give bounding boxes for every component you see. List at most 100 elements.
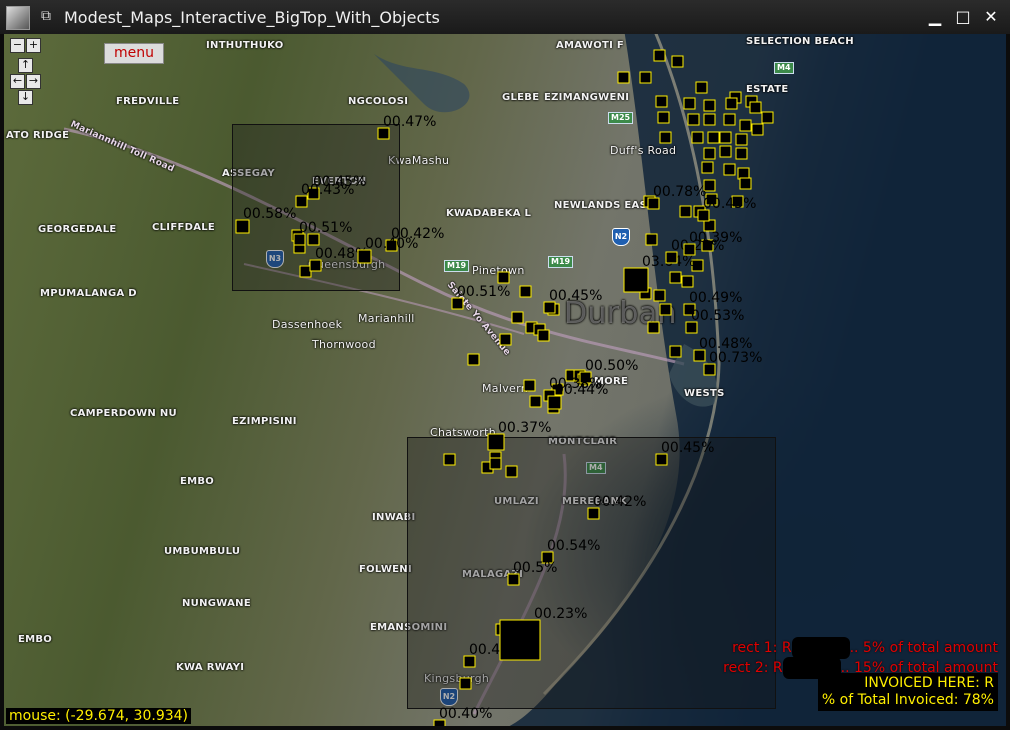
invoice-marker[interactable]	[537, 329, 550, 342]
zoom-in-button[interactable]: +	[26, 38, 41, 53]
invoice-marker[interactable]	[703, 113, 716, 126]
marker-percent-label: 00.40%	[439, 706, 492, 722]
pct-total-invoiced: % of Total Invoiced: 78%	[821, 692, 994, 708]
marker-percent-label: 00.58%	[243, 206, 296, 222]
invoice-marker[interactable]	[645, 233, 658, 246]
marker-percent-label: 00.51%	[299, 220, 352, 236]
invoice-marker[interactable]	[299, 265, 312, 278]
invoice-marker[interactable]	[639, 71, 652, 84]
invoice-marker[interactable]	[617, 71, 630, 84]
marker-percent-label: 00.23%	[534, 606, 587, 622]
invoice-marker[interactable]	[669, 345, 682, 358]
invoice-marker[interactable]	[647, 321, 660, 334]
invoice-marker[interactable]	[723, 163, 736, 176]
pan-left-button[interactable]: ←	[10, 74, 25, 89]
marker-percent-label: 00.45%	[661, 440, 714, 456]
pan-right-button[interactable]: →	[26, 74, 41, 89]
invoice-marker[interactable]	[519, 285, 532, 298]
pan-up-button[interactable]: ↑	[18, 58, 33, 73]
invoice-marker[interactable]	[703, 99, 716, 112]
invoice-marker[interactable]	[443, 453, 456, 466]
pan-down-button[interactable]: ↓	[18, 90, 33, 105]
invoice-marker[interactable]	[467, 353, 480, 366]
pin-icon[interactable]: ⧉	[38, 8, 54, 24]
marker-percent-label: 00.73%	[709, 350, 762, 366]
invoice-marker[interactable]	[761, 111, 774, 124]
app-window: ⧉ Modest_Maps_Interactive_BigTop_With_Ob…	[0, 0, 1010, 730]
invoice-marker[interactable]	[703, 147, 716, 160]
invoice-marker[interactable]	[735, 147, 748, 160]
invoice-marker[interactable]	[653, 289, 666, 302]
invoice-marker[interactable]	[701, 161, 714, 174]
marker-percent-label: 00.44%	[555, 382, 608, 398]
zoom-out-button[interactable]: −	[10, 38, 25, 53]
title-bar[interactable]: ⧉ Modest_Maps_Interactive_BigTop_With_Ob…	[0, 0, 1010, 34]
invoice-marker[interactable]	[691, 131, 704, 144]
invoice-marker[interactable]	[459, 677, 472, 690]
invoice-marker[interactable]	[489, 457, 502, 470]
invoice-marker[interactable]	[687, 113, 700, 126]
invoice-marker[interactable]	[497, 271, 510, 284]
marker-percent-label: 00.45%	[549, 288, 602, 304]
marker-percent-label: 00.44%	[469, 642, 522, 658]
marker-percent-label: 00.47%	[383, 114, 436, 130]
invoice-marker[interactable]	[725, 97, 738, 110]
marker-percent-label: 00.49%	[689, 290, 742, 306]
marker-percent-label: 00.45%	[703, 196, 756, 212]
invoice-marker[interactable]	[723, 113, 736, 126]
invoice-marker[interactable]	[751, 123, 764, 136]
invoice-marker[interactable]	[671, 55, 684, 68]
invoice-marker[interactable]	[487, 433, 505, 451]
mouse-coordinates: mouse: (-29.674, 30.934)	[6, 708, 191, 724]
marker-percent-label: 00.53%	[691, 308, 744, 324]
app-icon	[6, 6, 30, 30]
legend-rect-2-prefix: rect 2: R	[723, 660, 783, 676]
menu-button[interactable]: menu	[104, 43, 164, 64]
invoice-marker[interactable]	[679, 205, 692, 218]
marker-percent-label: 00.43%	[301, 182, 354, 198]
marker-percent-label: 00.51%	[457, 284, 510, 300]
invoice-marker[interactable]	[657, 111, 670, 124]
invoice-marker[interactable]	[659, 303, 672, 316]
invoice-marker[interactable]	[505, 465, 518, 478]
marker-percent-label: 00.78%	[653, 184, 706, 200]
invoice-marker[interactable]	[739, 119, 752, 132]
marker-percent-label: 00.40%	[365, 236, 418, 252]
invoice-marker[interactable]	[683, 97, 696, 110]
invoice-marker[interactable]	[669, 271, 682, 284]
legend-rect-1-suffix: .. 5% of total amount	[849, 640, 998, 656]
invoice-marker[interactable]	[749, 101, 762, 114]
invoice-marker[interactable]	[739, 177, 752, 190]
invoice-marker[interactable]	[653, 49, 666, 62]
invoice-marker[interactable]	[695, 81, 708, 94]
invoiced-summary: INVOICED HERE: R % of Total Invoiced: 78…	[817, 673, 998, 711]
invoice-marker[interactable]	[523, 379, 536, 392]
invoice-marker[interactable]	[681, 275, 694, 288]
marker-percent-label: 00.54%	[547, 538, 600, 554]
marker-percent-label: 00.5%	[513, 560, 557, 576]
invoice-marker[interactable]	[659, 131, 672, 144]
minimize-button[interactable]: ▁	[924, 6, 946, 28]
invoice-marker[interactable]	[511, 311, 524, 324]
marker-percent-label: 00.50%	[585, 358, 638, 374]
invoice-marker[interactable]	[623, 267, 649, 293]
invoice-marker[interactable]	[719, 145, 732, 158]
invoice-marker[interactable]	[499, 333, 512, 346]
redaction-block	[791, 637, 850, 659]
invoice-marker[interactable]	[529, 395, 542, 408]
invoice-marker[interactable]	[707, 131, 720, 144]
window-title: Modest_Maps_Interactive_BigTop_With_Obje…	[64, 8, 440, 27]
invoice-marker[interactable]	[735, 133, 748, 146]
legend-rect-1: rect 1: R .. 5% of total amount	[732, 637, 998, 659]
marker-percent-label: 00.39%	[689, 230, 742, 246]
invoice-marker[interactable]	[737, 167, 750, 180]
marker-percent-label: 00.37%	[498, 420, 551, 436]
invoice-marker[interactable]	[719, 131, 732, 144]
legend-rect-1-prefix: rect 1: R	[732, 640, 792, 656]
marker-percent-label: 00.42%	[593, 494, 646, 510]
invoice-marker[interactable]	[655, 95, 668, 108]
map-canvas[interactable]: INTHUTHUKO AMAWOTI F SELECTION BEACH FREDVI…	[4, 34, 1006, 726]
close-button[interactable]: ✕	[980, 6, 1002, 28]
invoice-markers: 00.47%00.45%00.58%00.51% 00.42%00.48%00.5…	[235, 49, 774, 726]
maximize-button[interactable]: □	[952, 6, 974, 28]
